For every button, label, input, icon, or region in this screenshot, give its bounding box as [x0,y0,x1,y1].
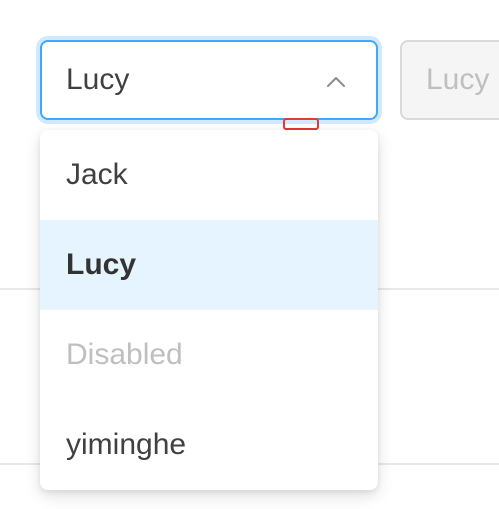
disabled-select-value: Lucy [426,63,490,96]
option-yiminghe[interactable]: yiminghe [40,400,378,490]
option-disabled: Disabled [66,338,183,371]
chevron-up-icon [327,77,345,87]
highlight-marker [283,118,319,130]
select-box[interactable]: Lucy [40,40,378,120]
dropdown-menu: Jack Lucy Disabled yiminghe [40,130,378,490]
option-lucy[interactable]: Lucy [40,220,378,310]
select-value: Lucy [66,63,130,96]
option-jack[interactable]: Jack [40,130,378,220]
disabled-select-box: Lucy [400,40,499,120]
page: Lucy Lucy Jack Lucy Disabled yiminghe [0,0,499,509]
